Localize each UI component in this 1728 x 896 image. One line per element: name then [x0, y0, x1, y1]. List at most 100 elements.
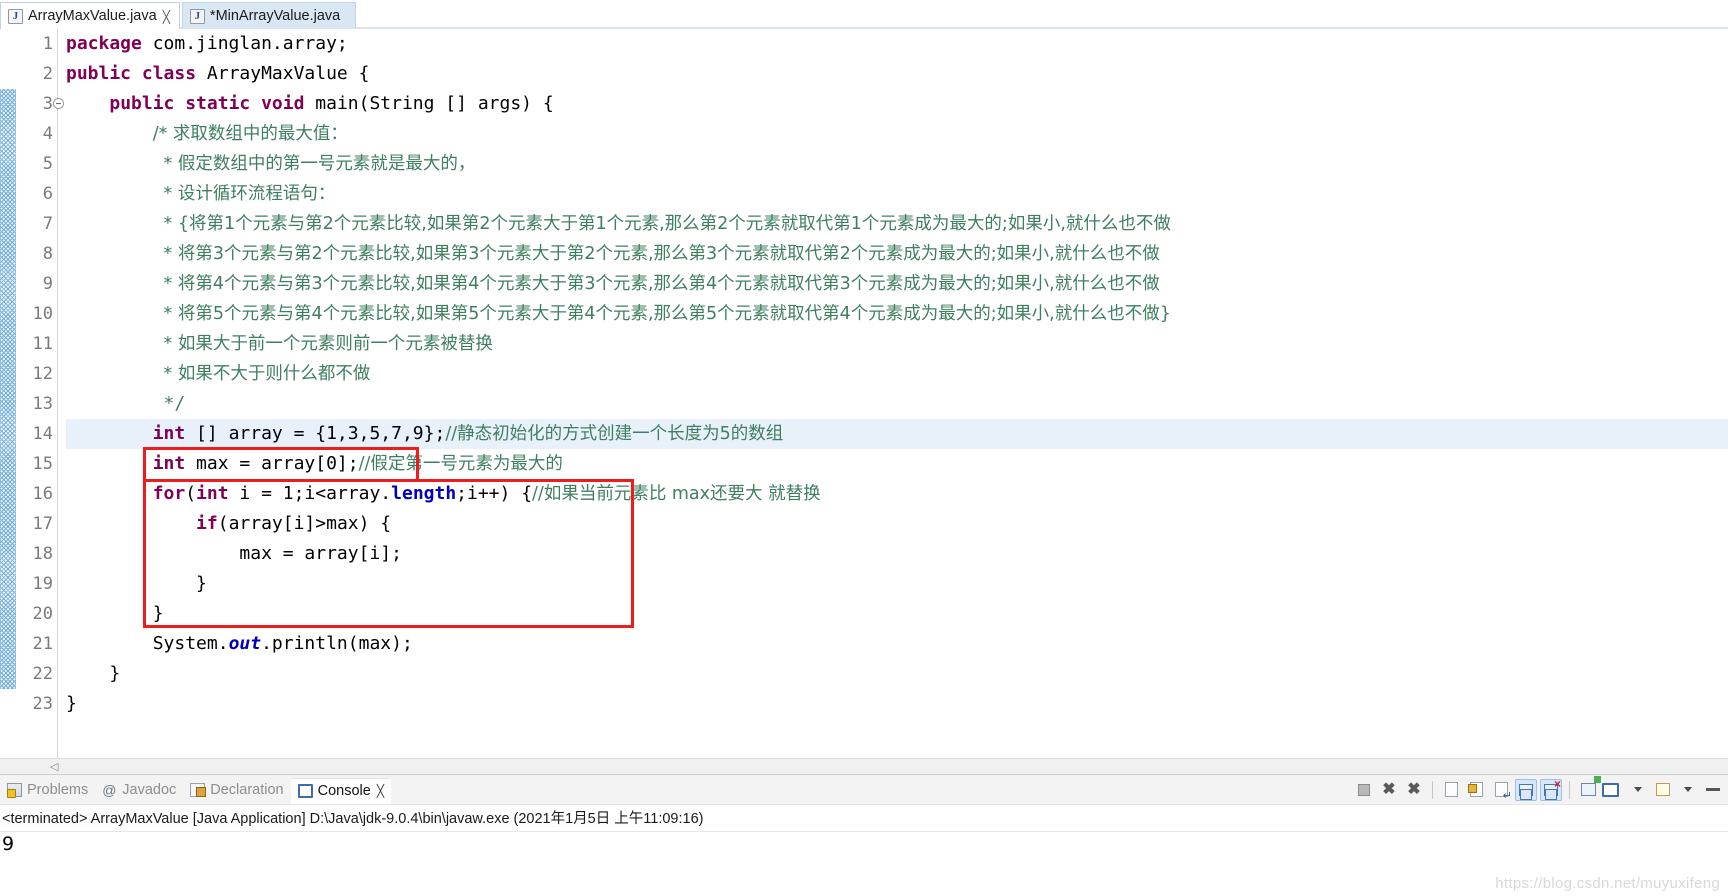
code-line[interactable]: * 将第3个元素与第2个元素比较,如果第3个元素大于第2个元素,那么第3个元素就…: [66, 239, 1728, 269]
code-line[interactable]: /* 求取数组中的最大值：: [66, 119, 1728, 149]
folding-annotation-bar[interactable]: [0, 29, 16, 758]
code-token: length: [391, 483, 457, 504]
code-line[interactable]: }: [66, 659, 1728, 689]
console-process-header: <terminated> ArrayMaxValue [Java Applica…: [2, 811, 704, 827]
display-selected-console-dropdown[interactable]: [1627, 779, 1649, 801]
line-number: 1: [42, 34, 53, 54]
java-file-icon: [8, 8, 23, 24]
code-token: //静态初始化的方式创建一个长度为5的数组: [445, 424, 784, 444]
code-text-area[interactable]: package com.jinglan.array; public class A…: [58, 29, 1728, 758]
console-toolbar: ✖ ✖: [1353, 778, 1728, 801]
code-line[interactable]: * 将第5个元素与第4个元素比较,如果第5个元素大于第4个元素,那么第5个元素就…: [66, 299, 1728, 329]
code-line[interactable]: * 将第4个元素与第3个元素比较,如果第4个元素大于第3个元素,那么第4个元素就…: [66, 269, 1728, 299]
toolbar-separator: [1569, 780, 1570, 799]
pin-icon: [1656, 783, 1670, 796]
code-line[interactable]: int max = array[0];//假定第一号元素为最大的: [66, 449, 1728, 479]
scroll-left-icon[interactable]: ◁: [50, 761, 58, 773]
clear-console-button[interactable]: [1440, 779, 1462, 801]
code-token: int: [196, 483, 229, 504]
code-token: public class: [66, 63, 207, 84]
clear-document-icon: [1444, 782, 1458, 797]
terminate-button[interactable]: [1353, 779, 1375, 801]
code-token: public static void: [109, 93, 316, 114]
line-number: 20: [32, 604, 53, 624]
view-tab-problems[interactable]: Problems: [0, 776, 95, 804]
close-icon[interactable]: ╳: [163, 11, 170, 23]
code-token: */: [163, 393, 186, 414]
pin-console-button[interactable]: [1652, 779, 1674, 801]
code-line[interactable]: * 如果大于前一个元素则前一个元素被替换: [66, 329, 1728, 359]
console-icon: [297, 783, 313, 798]
code-line[interactable]: * {将第1个元素与第2个元素比较,如果第2个元素大于第1个元素,那么第2个元素…: [66, 209, 1728, 239]
code-line[interactable]: int [] array = {1,3,5,7,9};//静态初始化的方式创建一…: [58, 419, 1728, 449]
code-token: //假定第一号元素为最大的: [358, 454, 563, 474]
bottom-view-tab-bar: Problems Javadoc Declaration Console ╳ ✖…: [0, 774, 1728, 804]
code-line[interactable]: */: [66, 389, 1728, 419]
line-number: 6: [42, 184, 53, 204]
line-number: 7: [42, 214, 53, 234]
chevron-down-icon: [1634, 787, 1642, 792]
console-output: 9: [2, 833, 15, 855]
editor-tab-minarrayvalue[interactable]: *MinArrayValue.java: [181, 2, 357, 29]
display-selected-console-button[interactable]: [1602, 779, 1624, 801]
code-line[interactable]: System.out.println(max);: [66, 629, 1728, 659]
code-line[interactable]: public class ArrayMaxValue {: [66, 59, 1728, 89]
open-console-button[interactable]: [1577, 779, 1599, 801]
code-line[interactable]: * 如果不大于则什么都不做: [66, 359, 1728, 389]
line-number: 19: [32, 574, 53, 594]
toolbar-separator: [1432, 780, 1433, 799]
word-wrap-button[interactable]: [1490, 779, 1512, 801]
code-line[interactable]: max = array[i];: [66, 539, 1728, 569]
show-console-on-output-button[interactable]: [1515, 778, 1537, 801]
view-menu-dropdown[interactable]: [1677, 779, 1699, 801]
code-token: * 设计循环流程语句：: [163, 184, 336, 204]
view-tab-label: Problems: [27, 781, 89, 798]
editor-tab-arraymaxvalue[interactable]: ArrayMaxValue.java ╳: [0, 2, 180, 29]
editor-tab-label: *MinArrayValue.java: [209, 8, 341, 24]
code-token: int: [152, 423, 186, 444]
code-editor[interactable]: 1 2 3 4 5 6 7 8 9 10 11 12 13 14 15 16 17 18 19 20 21 22 23 pa…: [0, 29, 1728, 758]
code-line[interactable]: }: [66, 569, 1728, 599]
eclipse-ide-window: ArrayMaxValue.java ╳ *MinArrayValue.java…: [0, 0, 1728, 896]
code-line[interactable]: * 设计循环流程语句：: [66, 179, 1728, 209]
code-line[interactable]: * 假定数组中的第一号元素就是最大的，: [66, 149, 1728, 179]
line-number: 10: [32, 304, 53, 324]
code-token: for: [152, 483, 186, 504]
declaration-icon: [190, 782, 207, 797]
view-tab-javadoc[interactable]: Javadoc: [95, 776, 183, 804]
code-line[interactable]: if(array[i]>max) {: [66, 509, 1728, 539]
wrap-icon: [1494, 782, 1508, 797]
code-token: i = 1;i<array.: [228, 483, 392, 504]
view-tab-declaration[interactable]: Declaration: [183, 776, 290, 804]
code-line[interactable]: package com.jinglan.array;: [66, 29, 1728, 59]
code-line[interactable]: for(int i = 1;i<array.length;i++) {//如果当…: [66, 479, 1728, 509]
close-icon[interactable]: ╳: [377, 784, 384, 798]
show-console-on-error-button[interactable]: [1540, 778, 1562, 801]
line-number: 9: [42, 274, 53, 294]
line-number: 3: [16, 89, 64, 119]
minimize-button[interactable]: [1702, 779, 1724, 801]
code-token: package: [66, 33, 153, 54]
code-line[interactable]: }: [66, 599, 1728, 629]
scroll-lock-button[interactable]: [1465, 779, 1487, 801]
editor-horizontal-scrollbar[interactable]: ◁: [0, 758, 1728, 774]
new-console-icon: [1580, 783, 1596, 796]
code-token: * 假定数组中的第一号元素就是最大的，: [163, 154, 476, 174]
console-view[interactable]: <terminated> ArrayMaxValue [Java Applica…: [0, 804, 1728, 896]
minimize-icon: [1706, 788, 1720, 791]
line-number: 18: [32, 544, 53, 564]
code-line[interactable]: public static void main(String [] args) …: [66, 89, 1728, 119]
code-line[interactable]: }: [66, 689, 1728, 719]
remove-all-terminated-button[interactable]: ✖: [1403, 779, 1425, 801]
remove-launch-button[interactable]: ✖: [1378, 779, 1400, 801]
line-number: 16: [32, 484, 53, 504]
view-tab-console[interactable]: Console ╳: [290, 775, 392, 804]
code-token: * 如果不大于则什么都不做: [163, 364, 371, 384]
line-number: 8: [42, 244, 53, 264]
